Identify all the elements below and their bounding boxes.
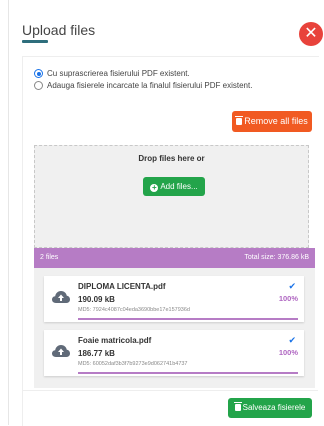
dialog-title: Upload files: [22, 22, 96, 38]
remove-all-label: Remove all files: [244, 116, 308, 126]
cloud-upload-icon: [52, 291, 70, 303]
file-progress-fill: [78, 318, 298, 320]
trash-icon: [233, 402, 242, 411]
close-icon: ✕: [304, 25, 318, 42]
checkmark-icon: ✔: [288, 281, 296, 291]
file-size: 186.77 kB: [78, 349, 115, 358]
option-overwrite[interactable]: Cu suprascrierea fisierului PDF existent…: [34, 69, 190, 78]
file-progress-fill: [78, 372, 298, 374]
overwrite-radio[interactable]: [34, 69, 43, 78]
append-radio[interactable]: [34, 81, 43, 90]
dialog-header: Upload files ✕: [0, 0, 324, 60]
trash-icon: [235, 116, 244, 125]
file-percent: 100%: [278, 294, 298, 303]
file-md5: MD5: 60052daf3b3f7b9273e9d062741b4737: [78, 361, 188, 367]
file-progress-bar: [78, 372, 298, 374]
add-files-label: Add files...: [160, 182, 198, 191]
save-files-label: Salveaza fisierele: [242, 403, 306, 412]
file-list: DIPLOMA LICENTA.pdf 190.09 kB MD5: 7924c…: [34, 268, 315, 388]
file-item[interactable]: Foaie matricola.pdf 186.77 kB MD5: 60052…: [44, 330, 304, 376]
overwrite-label: Cu suprascrierea fisierului PDF existent…: [47, 69, 190, 78]
file-percent: 100%: [278, 348, 298, 357]
file-progress-bar: [78, 318, 298, 320]
remove-all-files-button[interactable]: Remove all files: [232, 111, 312, 132]
upload-status-bar: 2 files Total size: 376.86 kB: [34, 248, 315, 268]
file-md5: MD5: 7924c4087c04eda3690bbe17e157936d: [78, 307, 190, 313]
file-name: DIPLOMA LICENTA.pdf: [78, 282, 166, 291]
drop-instructions: Drop files here or: [138, 154, 205, 163]
cloud-upload-icon: [52, 345, 70, 357]
checkmark-icon: ✔: [288, 335, 296, 345]
save-files-button[interactable]: Salveaza fisierele: [228, 398, 312, 418]
close-button[interactable]: ✕: [299, 22, 323, 46]
title-underline: [22, 40, 48, 43]
drop-zone[interactable]: Drop files here or + Add files...: [34, 145, 309, 248]
file-size: 190.09 kB: [78, 295, 115, 304]
add-files-button[interactable]: + Add files...: [143, 177, 205, 196]
file-count: 2 files: [40, 254, 59, 261]
option-append[interactable]: Adauga fisierele incarcate la finalul fi…: [34, 81, 252, 90]
page-left-border: [8, 0, 9, 425]
file-item[interactable]: DIPLOMA LICENTA.pdf 190.09 kB MD5: 7924c…: [44, 276, 304, 322]
panel-divider: [22, 390, 318, 391]
file-name: Foaie matricola.pdf: [78, 336, 152, 345]
append-label: Adauga fisierele incarcate la finalul fi…: [47, 81, 253, 90]
plus-circle-icon: +: [150, 183, 159, 192]
total-size: Total size: 376.86 kB: [244, 254, 309, 261]
